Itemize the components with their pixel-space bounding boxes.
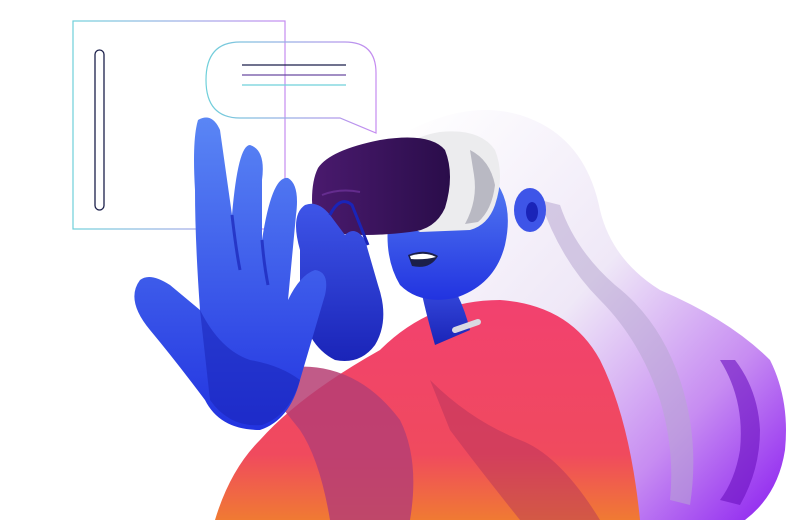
vr-illustration [16,20,786,520]
ear-inner [526,202,538,222]
speech-bubble-icon [205,41,377,134]
vr-headset-icon [312,131,500,235]
